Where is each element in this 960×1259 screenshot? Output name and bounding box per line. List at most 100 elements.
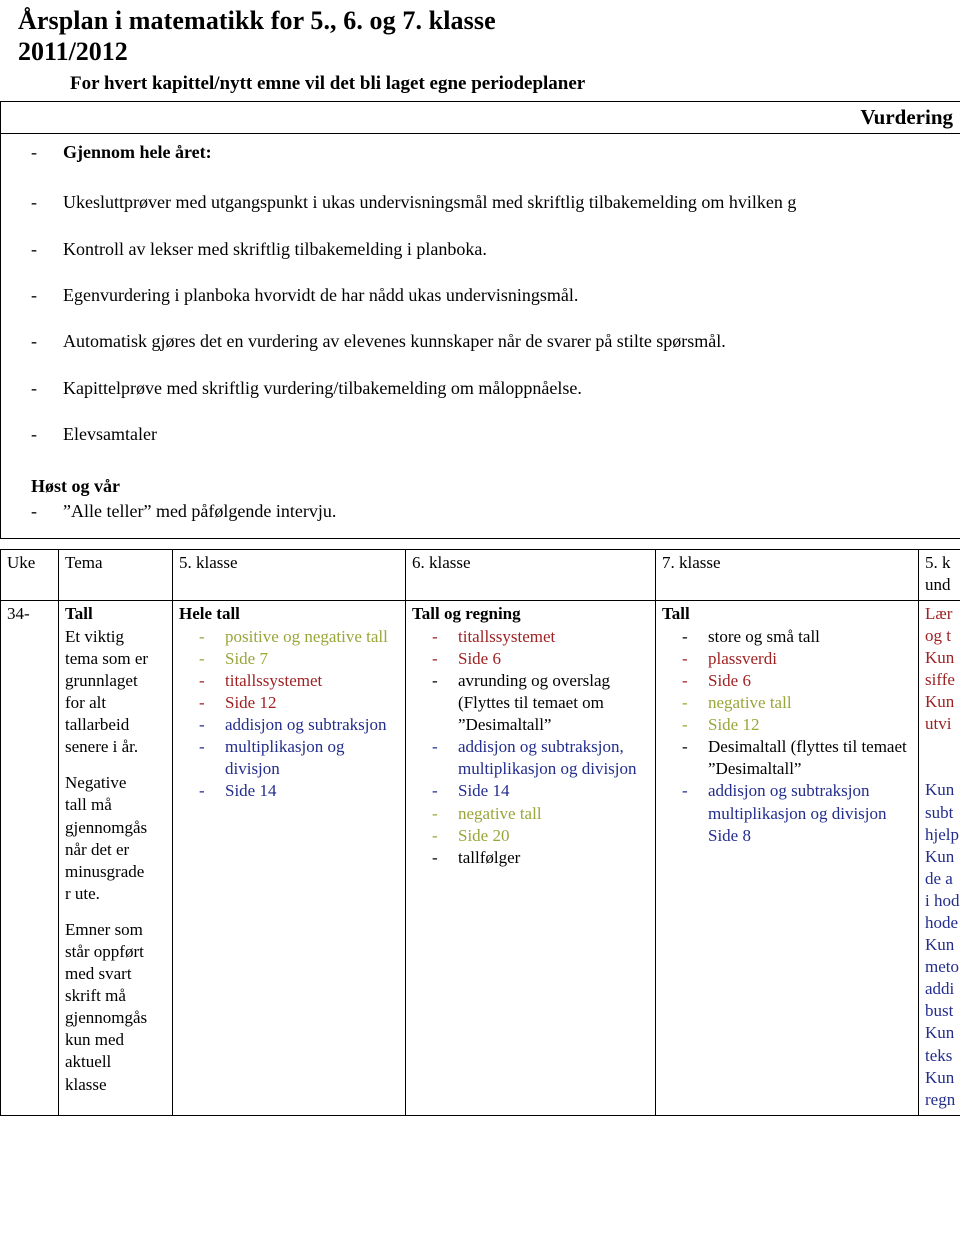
undervisningsmal-line: hode	[925, 913, 959, 933]
klasse7-list: - store og små tall - plassverdi - Side 6- neg…	[662, 626, 913, 847]
cell-klasse7: Tall - store og små tall - plassverdi - Side …	[655, 599, 919, 1116]
cell-klasse6: Tall og regning - titallssystemet - Side 6-…	[405, 599, 656, 1116]
periodplan-note: For hvert kapittel/nytt emne vil det bli…	[70, 73, 586, 95]
dash-bullet-icon: -	[31, 238, 37, 259]
klasse7-item: - plassverdi	[662, 648, 913, 670]
klasse6-title: Tall og regning	[412, 603, 521, 623]
tema-paragraph-1: Et viktig tema som er grunnlaget for alt…	[65, 626, 167, 759]
dash-bullet-icon: -	[682, 781, 688, 801]
vurdering-label: Vurdering	[860, 105, 953, 130]
vurdering-bullet-4: Kapittelprøve med skriftlig vurdering/ti…	[63, 377, 582, 398]
cell-klasse5: Hele tall - positive og negative tall - Sid…	[172, 599, 406, 1116]
klasse5-item: - addisjon og subtraksjon	[179, 714, 400, 736]
tema-line: Emner som	[65, 919, 143, 939]
undervisningsmal-line: Kun	[925, 1067, 955, 1087]
tema-line: grunnlaget	[65, 670, 138, 690]
tema-line: r ute.	[65, 883, 100, 903]
klasse7-item-label: plassverdi	[708, 648, 777, 668]
klasse6-item: - tallfølger	[412, 847, 650, 869]
klasse6-item-label: addisjon og subtraksjon, multiplikasjon …	[458, 737, 637, 779]
season-bullet: ”Alle teller” med påfølgende intervju.	[63, 501, 337, 522]
klasse5-list: - positive og negative tall - Side 7- titall…	[179, 626, 400, 803]
list-item: - Kontroll av lekser med skriftlig tilba…	[31, 237, 960, 261]
dash-bullet-icon: -	[199, 648, 205, 668]
vurdering-bullet-3: Automatisk gjøres det en vurdering av el…	[63, 331, 726, 352]
list-item: - Kapittelprøve med skriftlig vurdering/…	[31, 376, 960, 400]
tema-line: Et viktig	[65, 626, 125, 646]
undervisningsmal-line: og t	[925, 625, 951, 645]
tema-line: står oppført	[65, 942, 144, 962]
undervisningsmal-line: Kun	[925, 1023, 955, 1043]
dash-bullet-icon: -	[432, 648, 438, 668]
tema-title: Tall	[65, 603, 93, 623]
undervisningsmal-line	[925, 735, 960, 757]
column-header-klasse7: 7. klasse	[655, 548, 919, 601]
undervisningsmal-line: hjelp	[925, 824, 959, 844]
list-item: - ”Alle teller” med påfølgende intervju.	[31, 499, 960, 523]
dash-bullet-icon: -	[682, 693, 688, 713]
undervisningsmal-line: teks	[925, 1045, 953, 1065]
klasse5-item: - Side 7	[179, 648, 400, 670]
klasse6-item-label: Side 20	[458, 825, 510, 845]
vurdering-bullet-2: Egenvurdering i planboka hvorvidt de har…	[63, 285, 579, 306]
klasse5-item-label: multiplikasjon og divisjon	[225, 737, 345, 779]
klasse6-item: - titallssystemet	[412, 626, 650, 648]
klasse6-item-label: Side 6	[458, 648, 501, 668]
klasse6-item: - Side 6	[412, 648, 650, 670]
column-header-tema: Tema	[58, 548, 173, 601]
undervisningsmal-line: utvi	[925, 714, 952, 734]
list-item: - Egenvurdering i planboka hvorvidt de h…	[31, 283, 960, 307]
dash-bullet-icon: -	[31, 423, 37, 444]
table-row: 34- Tall Et viktig tema som er grunnlage…	[0, 599, 960, 1116]
undervisningsmal-line: Kun	[925, 647, 955, 667]
list-item: - Automatisk gjøres det en vurdering av …	[31, 329, 960, 353]
klasse7-item: - Desimaltall (flyttes til temaet ”Desima…	[662, 736, 913, 780]
tema-line: tallarbeid	[65, 715, 130, 735]
klasse5-item: - Side 14	[179, 780, 400, 802]
klasse6-item-label: Side 14	[458, 781, 510, 801]
dash-bullet-icon: -	[682, 670, 688, 690]
klasse7-item: - negative tall	[662, 692, 913, 714]
klasse7-item-label: negative tall	[708, 693, 792, 713]
klasse6-item-label: tallfølger	[458, 847, 521, 867]
klasse7-item-label: store og små tall	[708, 626, 820, 646]
tema-paragraph-3: Emner som står oppført med svart skrift …	[65, 919, 167, 1096]
undervisningsmal-line: Kun	[925, 846, 955, 866]
dash-bullet-icon: -	[682, 648, 688, 668]
undervisningsmal-line: Kun	[925, 935, 955, 955]
column-header-uke: Uke	[0, 548, 59, 601]
dash-bullet-icon: -	[432, 781, 438, 801]
klasse6-item: - addisjon og subtraksjon, multiplikasjon…	[412, 736, 650, 780]
dash-bullet-icon: -	[199, 670, 205, 690]
dash-bullet-icon: -	[31, 192, 37, 213]
tema-line: tall må	[65, 795, 112, 815]
page-title: Årsplan i matematikk for 5., 6. og 7. kl…	[18, 6, 496, 35]
undervisningsmal-line	[925, 757, 960, 779]
tema-line: kun med	[65, 1030, 125, 1050]
dash-bullet-icon: -	[199, 781, 205, 801]
column-header-line2: und	[925, 574, 951, 594]
tema-line: tema som er	[65, 648, 149, 668]
tema-line: gjennomgås	[65, 817, 148, 837]
dash-bullet-icon: -	[432, 737, 438, 757]
dash-bullet-icon: -	[432, 670, 438, 690]
klasse5-item-label: Side 14	[225, 781, 277, 801]
klasse5-item-label: Side 7	[225, 648, 268, 668]
tema-line: når det er	[65, 839, 130, 859]
klasse7-item: - Side 6	[662, 670, 913, 692]
cell-uke: 34-	[0, 599, 59, 1116]
dash-bullet-icon: -	[31, 331, 37, 352]
tema-line: gjennomgås	[65, 1008, 148, 1028]
undervisningsmal-line: Lær	[925, 603, 953, 623]
tema-line: senere i år.	[65, 737, 139, 757]
undervisningsmal-line: de a	[925, 868, 953, 888]
vurdering-header: Vurdering	[1, 102, 960, 135]
dash-bullet-icon: -	[31, 501, 37, 522]
klasse6-item-label: avrunding og overslag (Flyttes til temae…	[458, 670, 611, 735]
undervisningsmal-line: Kun	[925, 780, 955, 800]
dash-bullet-icon: -	[432, 626, 438, 646]
dash-bullet-icon: -	[199, 693, 205, 713]
tema-paragraph-2: Negative tall må gjennomgås når det er m…	[65, 772, 167, 905]
vurdering-bullet-1: Kontroll av lekser med skriftlig tilbake…	[63, 238, 487, 259]
vurdering-intro-bullet: Gjennom hele året:	[63, 142, 212, 163]
